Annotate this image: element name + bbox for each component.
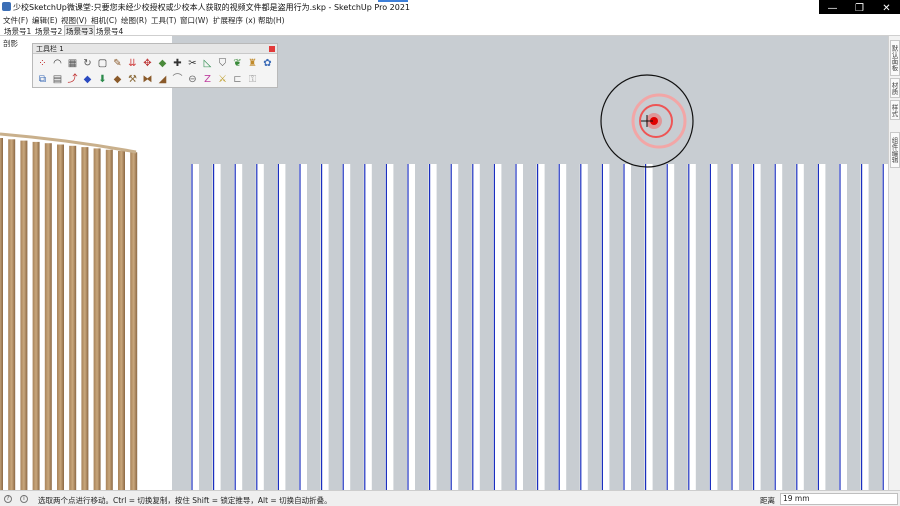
scene-tabs: 场景号1 场景号2 场景号3 场景号4 [0, 25, 900, 38]
wood-slat [0, 138, 3, 490]
floating-toolbar[interactable]: 工具栏 1 ⁘ ◠ ▦ ↻ ▢ ✎ ⇊ ✥ ◆ ✚ ✂ ◺ ⛉ ❦ ♜ ✿ ⧉ ▤ ⤴ ◆ ⬇ ◆ ⚒ ⧓ ◢ ⌒ ⊖ Z ⚔ ⊏ ⚿ [32, 43, 278, 88]
brush-icon[interactable]: ⚒ [127, 74, 138, 85]
wood-slat [8, 139, 16, 490]
tray-tab-default[interactable]: 默认面板 [890, 40, 900, 76]
rectangle-icon[interactable]: ▢ [97, 58, 108, 69]
modeling-viewport[interactable] [172, 36, 888, 490]
wood-slat [20, 140, 28, 490]
stack-icon[interactable]: ▤ [52, 74, 63, 85]
box-icon[interactable]: ◆ [157, 58, 168, 69]
grid-icon[interactable]: ▦ [67, 58, 78, 69]
app-icon [2, 2, 11, 11]
status-bar: ? i 选取两个点进行移动。Ctrl = 切换复制，按住 Shift = 锁定推… [0, 490, 900, 506]
leaf-icon[interactable]: ❦ [232, 58, 243, 69]
title-highlight [378, 0, 408, 2]
pencil-icon[interactable]: ✎ [112, 58, 123, 69]
z-icon[interactable]: Z [202, 74, 213, 85]
wood-slat [57, 144, 64, 490]
extension-icon[interactable]: ✿ [262, 58, 273, 69]
layer-icon[interactable]: ⧉ [37, 74, 48, 85]
wood-slat [32, 141, 40, 490]
curve-icon[interactable]: ⤴ [67, 74, 78, 85]
line-plus-icon[interactable]: ✚ [172, 58, 183, 69]
bend-icon[interactable]: ◢ [157, 74, 168, 85]
toolbar-title: 工具栏 1 [33, 44, 277, 54]
wood-slat-photo [0, 36, 172, 490]
sketchup-window: 少校SketchUp微课堂:只要您未经少校授权或少校本人获取的视频文件都是盗用行… [0, 0, 900, 506]
paint-icon[interactable]: ♜ [247, 58, 258, 69]
tray-tab-styles[interactable]: 样式 [890, 100, 900, 120]
ribbon-icon[interactable]: ⧓ [142, 74, 153, 85]
toolbar-close-icon[interactable] [269, 46, 275, 52]
left-panel-label: 剖影 [3, 39, 18, 48]
knife-icon[interactable]: ✂ [187, 58, 198, 69]
model-canvas[interactable] [172, 36, 888, 490]
folder-icon[interactable]: ⊏ [232, 74, 243, 85]
wood-slat [81, 147, 89, 490]
status-message: 选取两个点进行移动。Ctrl = 切换复制，按住 Shift = 锁定推导，Al… [38, 496, 332, 505]
rotate-icon[interactable]: ↻ [82, 58, 93, 69]
measurement-label: 距离 [760, 496, 775, 505]
push-pull-icon[interactable]: ⇊ [127, 58, 138, 69]
slat-bars [191, 164, 888, 490]
wood-slat [105, 149, 113, 490]
wood-slat [69, 145, 77, 490]
measurement-input[interactable]: 19 mm [780, 493, 898, 505]
drop-icon[interactable]: ⬇ [97, 74, 108, 85]
title-bar: 少校SketchUp微课堂:只要您未经少校授权或少校本人获取的视频文件都是盗用行… [0, 0, 900, 14]
wood-slat [130, 152, 138, 490]
move-icon[interactable]: ✥ [142, 58, 153, 69]
hammer-icon[interactable]: ⚔ [217, 74, 228, 85]
info-icon[interactable]: i [20, 495, 28, 503]
shield-icon[interactable]: ⛉ [217, 58, 228, 69]
tray-tab-component-edit[interactable]: 组件编辑 [890, 132, 900, 168]
move-cursor-indicator [600, 74, 694, 168]
arc-icon[interactable]: ◠ [52, 58, 63, 69]
sandbox-contour-icon[interactable]: ⁘ [37, 58, 48, 69]
right-tray: 默认面板 材质 样式 组件编辑 [888, 36, 900, 490]
wood-icon[interactable]: ◆ [112, 74, 123, 85]
lock-icon[interactable]: ⚿ [247, 74, 258, 85]
cut-icon[interactable]: ⊖ [187, 74, 198, 85]
menu-bar: 文件(F) 编辑(E) 视图(V) 相机(C) 绘图(R) 工具(T) 窗口(W… [0, 14, 900, 25]
reference-photo: 剖影 [0, 36, 172, 490]
tape-icon[interactable]: ◺ [202, 58, 213, 69]
wood-slat [93, 148, 101, 490]
help-icon[interactable]: ? [4, 495, 12, 503]
wood-slat [118, 151, 125, 490]
window-title: 少校SketchUp微课堂:只要您未经少校授权或少校本人获取的视频文件都是盗用行… [13, 3, 410, 12]
pipe-icon[interactable]: ⌒ [172, 74, 183, 85]
tray-tab-materials[interactable]: 材质 [890, 78, 900, 98]
wood-slat [44, 143, 52, 490]
shape-blue-icon[interactable]: ◆ [82, 74, 93, 85]
